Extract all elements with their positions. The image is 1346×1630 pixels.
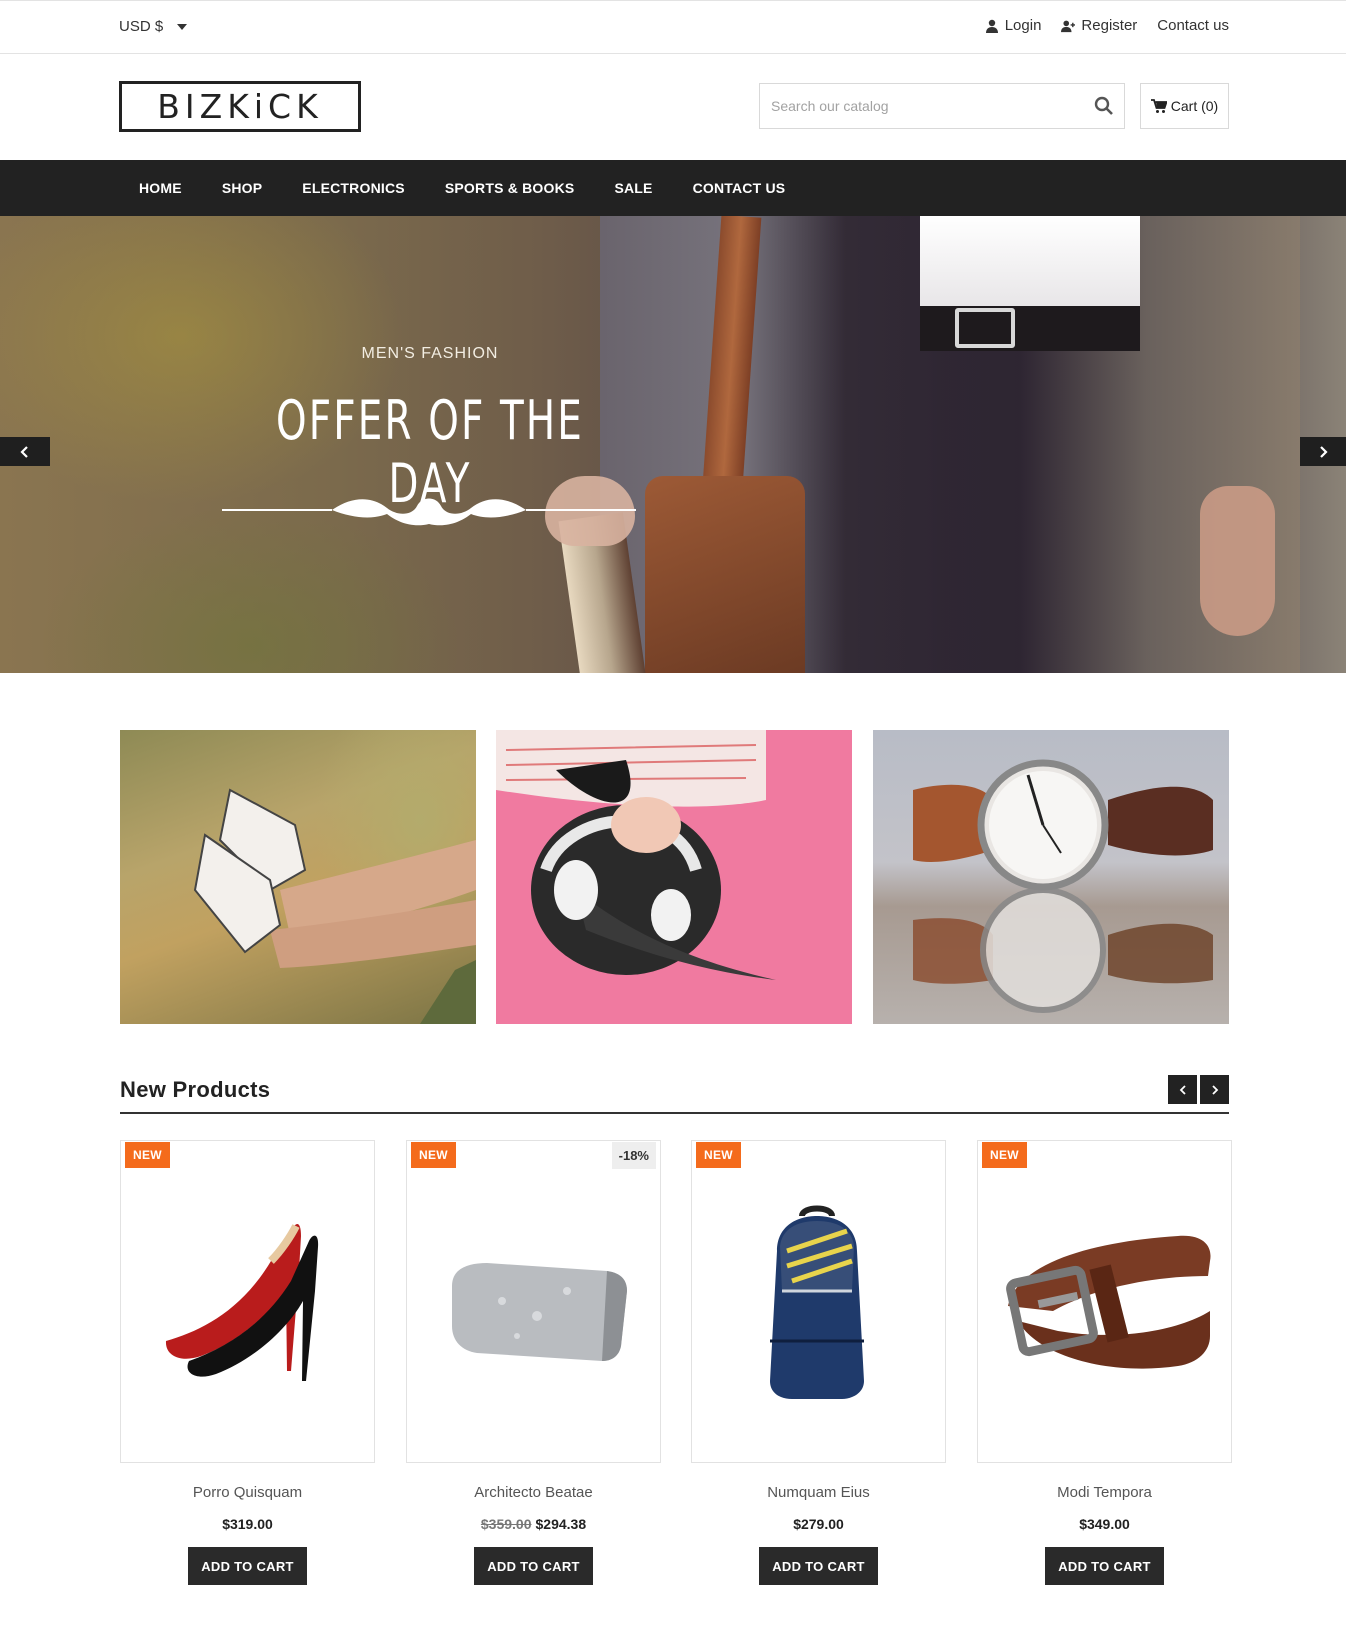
main-nav: HOME SHOP ELECTRONICS SPORTS & BOOKS SAL…: [0, 160, 1346, 216]
product-current-price: $319.00: [222, 1516, 273, 1532]
currency-selector[interactable]: USD $: [119, 18, 188, 35]
add-to-cart-button[interactable]: ADD TO CART: [1045, 1547, 1164, 1585]
product-price: $279.00: [691, 1516, 946, 1532]
search-box: [759, 83, 1125, 129]
product-image-link[interactable]: NEW: [977, 1140, 1232, 1463]
chevron-left-icon: [1179, 1084, 1186, 1095]
currency-label: USD $: [119, 18, 164, 35]
backpack-image: [770, 1205, 864, 1399]
hero-image-bag: [645, 476, 805, 673]
product-card: NEW -18% Architecto Beatae $359.00 $294.3…: [406, 1140, 661, 1585]
leather-belt-image: [1006, 1235, 1211, 1369]
add-to-cart-button[interactable]: ADD TO CART: [474, 1547, 593, 1585]
add-to-cart-button[interactable]: ADD TO CART: [759, 1547, 878, 1585]
products-next-button[interactable]: [1200, 1075, 1229, 1104]
hero-slider[interactable]: MEN'S FASHION OFFER OF THE DAY: [0, 216, 1346, 673]
banner-headphones[interactable]: [496, 730, 852, 1024]
slider-prev-button[interactable]: [0, 437, 50, 466]
wristwatch-image: [913, 759, 1213, 1013]
search-input[interactable]: [771, 98, 1071, 114]
ornament-divider-icon: [222, 498, 636, 526]
login-label: Login: [1004, 17, 1042, 34]
nav-item-sale[interactable]: SALE: [594, 160, 672, 216]
nav-item-home[interactable]: HOME: [119, 160, 202, 216]
search-icon[interactable]: [1094, 96, 1114, 116]
add-to-cart-button[interactable]: ADD TO CART: [188, 1547, 307, 1585]
product-card: NEW Modi Tempora $349.00 ADD TO CART: [977, 1140, 1232, 1585]
hero-subtitle: MEN'S FASHION: [361, 345, 499, 362]
caret-down-icon: [177, 23, 188, 30]
products-prev-button[interactable]: [1168, 1075, 1197, 1104]
new-badge: NEW: [982, 1142, 1027, 1168]
hero-image-buckle: [955, 308, 1015, 348]
nav-item-shop[interactable]: SHOP: [202, 160, 282, 216]
contact-us-label: Contact us: [1157, 17, 1229, 34]
chevron-right-icon: [1211, 1084, 1218, 1095]
slider-next-button[interactable]: [1300, 437, 1346, 466]
product-image-link[interactable]: NEW: [120, 1140, 375, 1463]
login-link[interactable]: Login: [985, 17, 1042, 34]
product-name[interactable]: Porro Quisquam: [120, 1484, 375, 1501]
account-links: Login Register Contact us: [985, 17, 1229, 34]
product-price: $319.00: [120, 1516, 375, 1532]
hero-image-hand-right: [1200, 486, 1275, 636]
cart-button[interactable]: Cart (0): [1140, 83, 1229, 129]
chevron-left-icon: [20, 445, 28, 458]
banner-sneakers[interactable]: [120, 730, 476, 1024]
product-card: NEW Porro Quisquam $319.00 ADD TO CART: [120, 1140, 375, 1585]
nav-item-electronics[interactable]: ELECTRONICS: [282, 160, 425, 216]
new-badge: NEW: [696, 1142, 741, 1168]
product-price: $349.00: [977, 1516, 1232, 1532]
product-name[interactable]: Numquam Eius: [691, 1484, 946, 1501]
product-name[interactable]: Modi Tempora: [977, 1484, 1232, 1501]
discount-badge: -18%: [611, 1142, 656, 1169]
user-plus-icon: [1061, 20, 1076, 32]
product-card: NEW Numquam Eius $279.00 ADD TO CART: [691, 1140, 946, 1585]
shopping-cart-icon: [1150, 98, 1167, 113]
banner-watch[interactable]: [873, 730, 1229, 1024]
cart-label: Cart (0): [1170, 98, 1219, 114]
hero-image-belt: [920, 306, 1140, 351]
product-image-link[interactable]: NEW -18%: [406, 1140, 661, 1463]
product-name[interactable]: Architecto Beatae: [406, 1484, 661, 1501]
new-badge: NEW: [125, 1142, 170, 1168]
product-old-price: $359.00: [480, 1516, 532, 1532]
new-badge: NEW: [411, 1142, 456, 1168]
product-image-link[interactable]: NEW: [691, 1140, 946, 1463]
sneakers-image: [193, 788, 476, 1024]
chevron-right-icon: [1320, 445, 1328, 458]
product-price: $359.00 $294.38: [406, 1516, 661, 1532]
nav-item-contact-us[interactable]: CONTACT US: [673, 160, 806, 216]
product-current-price: $349.00: [1079, 1516, 1130, 1532]
contact-us-link[interactable]: Contact us: [1157, 17, 1229, 34]
product-current-price: $294.38: [535, 1516, 587, 1532]
site-logo[interactable]: BIZKiCK: [119, 81, 361, 132]
register-label: Register: [1081, 17, 1138, 34]
product-current-price: $279.00: [793, 1516, 844, 1532]
section-divider: [120, 1112, 1229, 1114]
user-icon: [985, 19, 998, 33]
register-link[interactable]: Register: [1061, 17, 1137, 34]
top-bar: USD $ Login Register Contact us: [0, 0, 1346, 54]
headphones-woman-image: [496, 730, 776, 980]
hero-image-shirt: [920, 216, 1140, 306]
nav-item-sports-books[interactable]: SPORTS & BOOKS: [425, 160, 595, 216]
clutch-bag-image: [452, 1263, 627, 1361]
high-heels-image: [165, 1224, 319, 1381]
section-title-new-products: New Products: [120, 1077, 271, 1102]
